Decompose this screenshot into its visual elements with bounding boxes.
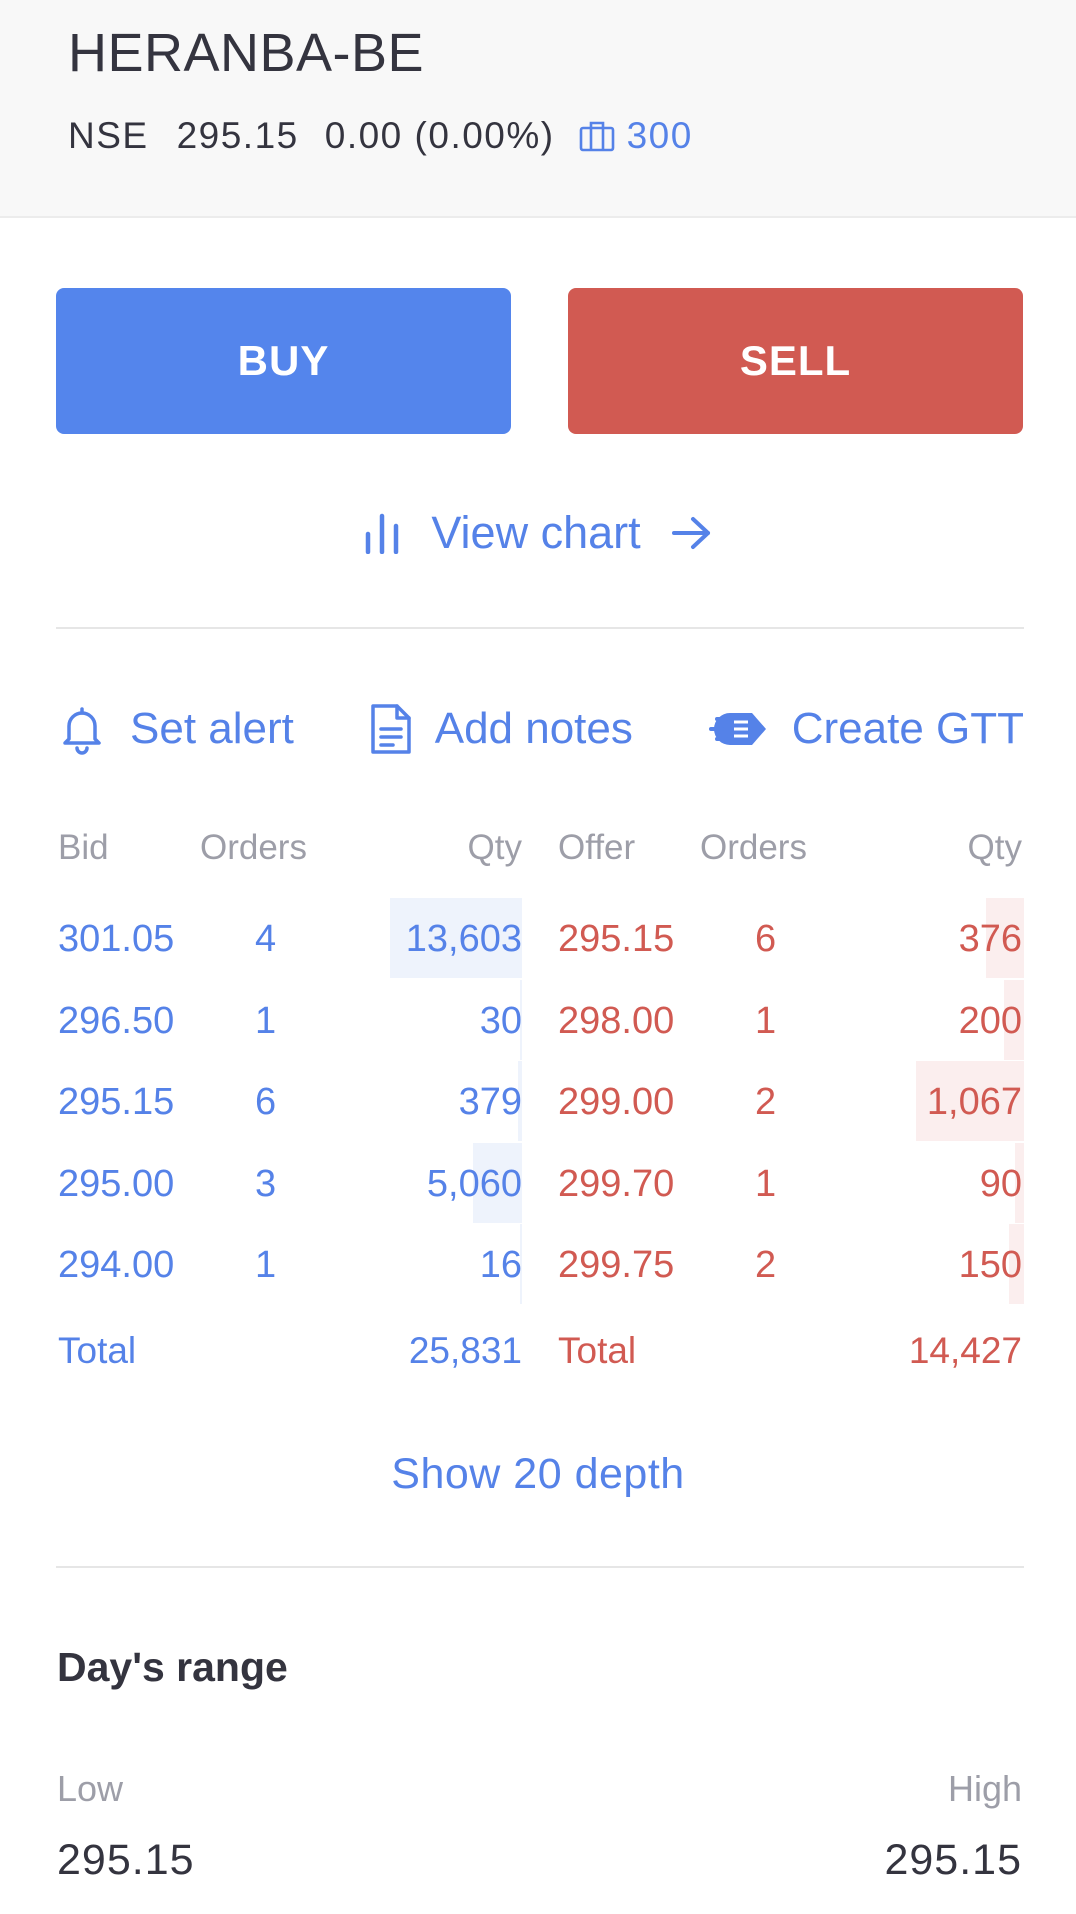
offer-qty: 90 <box>979 1162 1022 1205</box>
view-chart-link[interactable]: View chart <box>0 505 1076 561</box>
bid-qty: 5,060 <box>426 1162 522 1205</box>
header-offer: Offer <box>558 828 636 867</box>
instrument-header: HERANBA-BE NSE 295.15 0.00 (0.00%) 300 <box>0 0 1076 218</box>
bar-chart-icon <box>366 513 399 554</box>
header-bid-qty: Qty <box>467 828 522 867</box>
bid-orders: 3 <box>255 1162 277 1205</box>
offer-orders: 1 <box>755 1162 777 1205</box>
quick-actions: Set alert Add notes Create GTT <box>56 700 1024 758</box>
offer-price: 298.00 <box>558 999 675 1042</box>
days-range-title: Day's range <box>57 1644 288 1690</box>
offer-orders: 6 <box>755 918 777 960</box>
total-bid-qty: 25,831 <box>408 1330 522 1371</box>
set-alert-button[interactable]: Set alert <box>56 703 294 755</box>
bid-orders: 4 <box>255 918 277 960</box>
price-change: 0.00 (0.00%) <box>324 115 555 156</box>
quote-line: NSE 295.15 0.00 (0.00%) 300 <box>68 115 693 157</box>
header-offer-orders: Orders <box>700 828 807 867</box>
bid-price: 294.00 <box>58 1244 175 1286</box>
header-offer-qty: Qty <box>967 828 1022 867</box>
section-divider <box>56 1566 1024 1568</box>
section-divider <box>56 627 1024 629</box>
exchange-label: NSE <box>68 115 149 156</box>
bell-icon <box>63 707 101 755</box>
depth-row[interactable]: 296.50 1 30 298.00 1 200 <box>0 979 1076 1060</box>
holdings-link[interactable]: 300 <box>579 115 693 157</box>
offer-qty: 376 <box>958 918 1022 960</box>
offer-orders: 2 <box>755 1244 777 1286</box>
total-bid-label: Total <box>58 1330 137 1371</box>
depth-row[interactable]: 301.05 4 13,603 295.15 6 376 <box>0 898 1076 978</box>
depth-totals: Total 25,831 Total 14,427 <box>0 1330 1076 1380</box>
add-notes-button[interactable]: Add notes <box>369 702 633 756</box>
total-offer-label: Total <box>558 1330 637 1371</box>
set-alert-label: Set alert <box>130 704 294 753</box>
offer-qty: 150 <box>958 1244 1022 1286</box>
market-depth-header: Bid Orders Qty Offer Orders Qty <box>0 828 1076 872</box>
document-icon <box>370 704 411 754</box>
bid-qty: 16 <box>479 1244 522 1286</box>
bid-qty: 30 <box>479 999 522 1042</box>
offer-price: 295.15 <box>558 918 675 960</box>
buy-button[interactable]: BUY <box>56 288 511 434</box>
show-20-depth-button[interactable]: Show 20 depth <box>0 1450 1076 1499</box>
gtt-tag-icon <box>708 713 766 745</box>
view-chart-label: View chart <box>431 507 641 558</box>
sell-button[interactable]: SELL <box>568 288 1023 434</box>
bid-price: 296.50 <box>58 999 175 1042</box>
create-gtt-label: Create GTT <box>791 704 1024 753</box>
bid-qty: 379 <box>458 1081 522 1123</box>
offer-orders: 1 <box>755 999 777 1042</box>
total-offer-qty: 14,427 <box>908 1330 1022 1371</box>
bid-orders: 1 <box>255 999 277 1042</box>
add-notes-label: Add notes <box>434 704 633 753</box>
arrow-right-icon <box>671 517 710 549</box>
bid-orders: 6 <box>255 1081 277 1123</box>
offer-orders: 2 <box>755 1081 777 1123</box>
header-bid: Bid <box>58 828 109 867</box>
offer-price: 299.70 <box>558 1162 675 1205</box>
last-price: 295.15 <box>176 115 299 156</box>
range-low-label: Low <box>57 1768 124 1809</box>
depth-row[interactable]: 294.00 1 16 299.75 2 150 <box>0 1224 1076 1304</box>
bid-orders: 1 <box>255 1244 277 1286</box>
bid-price: 295.00 <box>58 1162 175 1205</box>
depth-row[interactable]: 295.15 6 379 299.00 2 1,067 <box>0 1061 1076 1141</box>
offer-qty: 1,067 <box>926 1081 1022 1123</box>
header-bid-orders: Orders <box>200 828 307 867</box>
bid-qty: 13,603 <box>405 918 522 960</box>
range-high-label: High <box>947 1768 1022 1809</box>
holdings-qty: 300 <box>626 115 693 156</box>
bid-price: 301.05 <box>58 918 175 960</box>
create-gtt-button[interactable]: Create GTT <box>708 704 1024 754</box>
depth-row[interactable]: 295.00 3 5,060 299.70 1 90 <box>0 1142 1076 1223</box>
offer-price: 299.75 <box>558 1244 675 1286</box>
range-low-value: 295.15 <box>57 1836 195 1884</box>
offer-price: 299.00 <box>558 1081 675 1123</box>
bid-price: 295.15 <box>58 1081 175 1123</box>
range-high-value: 295.15 <box>884 1836 1022 1884</box>
offer-qty: 200 <box>958 999 1022 1042</box>
briefcase-icon <box>579 121 614 152</box>
instrument-symbol: HERANBA-BE <box>68 23 425 83</box>
